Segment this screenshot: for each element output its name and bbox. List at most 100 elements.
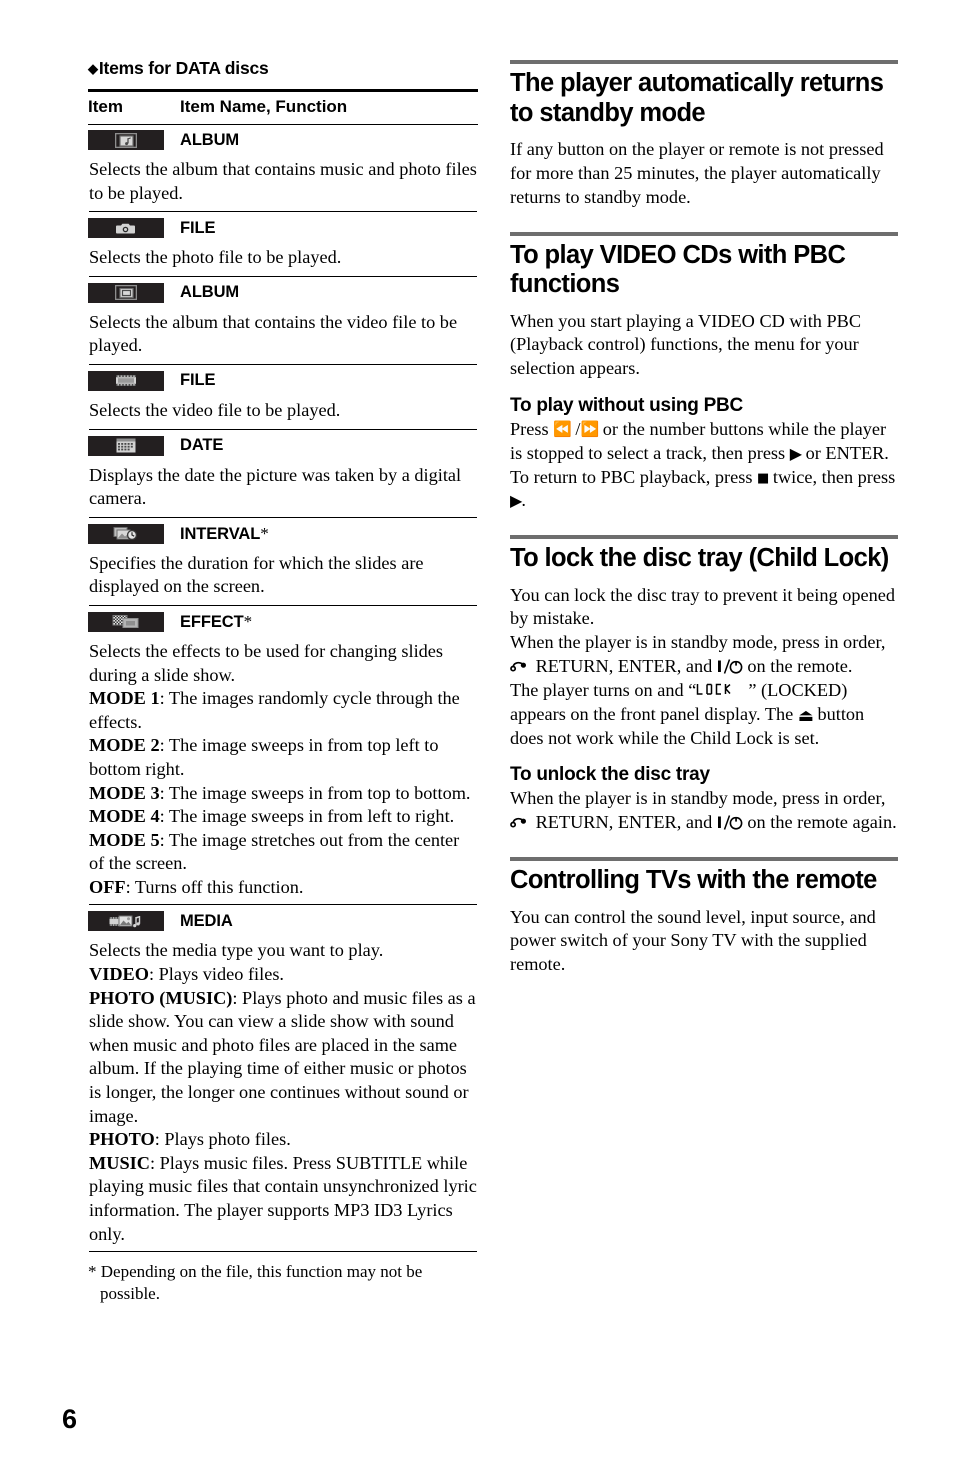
- video-file-filmstrip-icon: [88, 370, 164, 391]
- item-description: Specifies the duration for which the sli…: [89, 552, 424, 597]
- item-icon-cell: [88, 519, 180, 547]
- effect-transition-icon: [88, 611, 164, 632]
- mode-label: MODE 1: [89, 688, 160, 709]
- subheading-unlock-disc-tray: To unlock the disc tray: [510, 764, 710, 786]
- item-name: MEDIA: [180, 911, 233, 930]
- item-name: EFFECT*: [180, 611, 253, 631]
- play-icon: ▶: [510, 491, 522, 511]
- heading-tv-remote: Controlling TVs with the remote: [510, 866, 877, 895]
- item-description: Selects the effects to be used for chang…: [89, 640, 471, 897]
- item-name: ALBUM: [180, 130, 240, 149]
- table-row: MEDIA: [88, 906, 478, 934]
- mode-label: OFF: [89, 876, 126, 897]
- media-label: VIDEO: [89, 964, 149, 985]
- section-title-text: Items for DATA discs: [98, 58, 269, 78]
- data-discs-items-table: Item Item Name, Function ALBUM Selects t…: [88, 89, 478, 1253]
- section-pbc: To play VIDEO CDs with PBC functions Whe…: [510, 231, 898, 514]
- media-type-icon: [88, 911, 164, 932]
- item-icon-cell: [88, 431, 180, 459]
- table-row: ALBUM: [88, 125, 478, 153]
- heading-rule: [510, 857, 898, 862]
- pbc-body: When you start playing a VIDEO CD with P…: [510, 310, 862, 379]
- item-description: Displays the date the picture was taken …: [89, 464, 462, 509]
- media-label: PHOTO: [89, 1129, 155, 1150]
- manual-page: ◆ Items for DATA discs Item Item Name, F…: [0, 0, 954, 1483]
- section-tv-remote: Controlling TVs with the remote You can …: [510, 857, 898, 977]
- row-divider: [89, 363, 477, 365]
- lcd-locked-display: [696, 682, 748, 697]
- media-label: MUSIC: [89, 1152, 150, 1173]
- heading-rule: [510, 231, 898, 236]
- footnote-marker: *: [260, 523, 269, 543]
- album-video-icon: [88, 282, 164, 303]
- footnote: * Depending on the file, this function m…: [88, 1262, 423, 1303]
- left-column: ◆ Items for DATA discs Item Item Name, F…: [88, 58, 478, 1304]
- heading-rule: [510, 535, 898, 540]
- return-icon: [510, 660, 531, 674]
- row-divider: [89, 275, 477, 277]
- item-icon-cell: [88, 278, 180, 306]
- column-header-item: Item: [88, 97, 123, 116]
- row-divider: [89, 1251, 477, 1253]
- interval-clock-icon: [88, 523, 164, 544]
- heading-standby: The player automatically returns to stan…: [510, 69, 884, 127]
- right-column: The player automatically returns to stan…: [510, 60, 898, 991]
- power-standby-icon: [717, 814, 743, 831]
- row-divider: [89, 516, 477, 518]
- item-name: ALBUM: [180, 283, 240, 302]
- table-row: INTERVAL*: [88, 519, 478, 547]
- table-header-row: Item Item Name, Function: [88, 92, 478, 125]
- mode-label: MODE 2: [89, 735, 160, 756]
- return-icon: [510, 816, 531, 830]
- media-label: PHOTO (MUSIC): [89, 987, 233, 1008]
- child-lock-body-1: You can lock the disc tray to prevent it…: [510, 584, 896, 629]
- album-music-photo-icon: [88, 130, 164, 150]
- diamond-bullet-icon: ◆: [88, 61, 98, 76]
- table-row: FILE: [88, 213, 478, 241]
- row-divider: [89, 604, 477, 606]
- item-name: FILE: [180, 371, 216, 390]
- tv-remote-body: You can control the sound level, input s…: [510, 906, 876, 975]
- item-name: DATE: [180, 436, 224, 455]
- pbc-instructions: Press ⏪ /⏩ or the number buttons while t…: [510, 419, 896, 511]
- item-description: Selects the media type you want to play.…: [89, 940, 477, 1244]
- heading-rule: [510, 60, 898, 64]
- item-icon-cell: [88, 213, 180, 241]
- previous-track-icon: ⏪: [553, 420, 572, 438]
- table-row: EFFECT*: [88, 607, 478, 635]
- item-description: Selects the album that contains the vide…: [89, 311, 458, 356]
- mode-label: MODE 5: [89, 829, 160, 850]
- item-description: Selects the video file to be played.: [89, 399, 341, 420]
- section-child-lock: To lock the disc tray (Child Lock) You c…: [510, 535, 898, 835]
- item-icon-cell: [88, 125, 180, 153]
- page-number: 6: [62, 1404, 78, 1434]
- section-title: ◆ Items for DATA discs: [88, 58, 478, 79]
- item-icon-cell: [88, 906, 180, 934]
- column-header-item-name-function: Item Name, Function: [180, 97, 348, 116]
- heading-child-lock: To lock the disc tray (Child Lock): [510, 544, 889, 573]
- photo-file-camera-icon: [88, 218, 164, 239]
- section-standby: The player automatically returns to stan…: [510, 60, 898, 210]
- item-icon-cell: [88, 366, 180, 394]
- standby-body: If any button on the player or remote is…: [510, 139, 884, 207]
- table-row: DATE: [88, 431, 478, 459]
- subheading-play-without-pbc: To play without using PBC: [510, 395, 743, 416]
- stop-icon: ■: [757, 470, 769, 486]
- row-divider: [89, 428, 477, 430]
- row-divider: [89, 211, 477, 213]
- item-description: Selects the album that contains music an…: [89, 159, 477, 203]
- unlock-instructions: When the player is in standby mode, pres…: [510, 788, 897, 833]
- mode-label: MODE 3: [89, 782, 160, 803]
- item-icon-cell: [88, 607, 180, 635]
- item-name: INTERVAL*: [180, 523, 269, 543]
- eject-icon: ⏏: [797, 705, 814, 726]
- power-standby-icon: [717, 658, 743, 675]
- child-lock-body-2: When the player is in standby mode, pres…: [510, 632, 886, 677]
- heading-pbc: To play VIDEO CDs with PBC functions: [510, 240, 846, 299]
- table-row: FILE: [88, 366, 478, 394]
- date-calendar-icon: [88, 435, 164, 456]
- footnote-marker: *: [243, 611, 253, 631]
- mode-label: MODE 4: [89, 806, 160, 827]
- table-row: ALBUM: [88, 278, 478, 306]
- item-description: Selects the photo file to be played.: [89, 247, 342, 268]
